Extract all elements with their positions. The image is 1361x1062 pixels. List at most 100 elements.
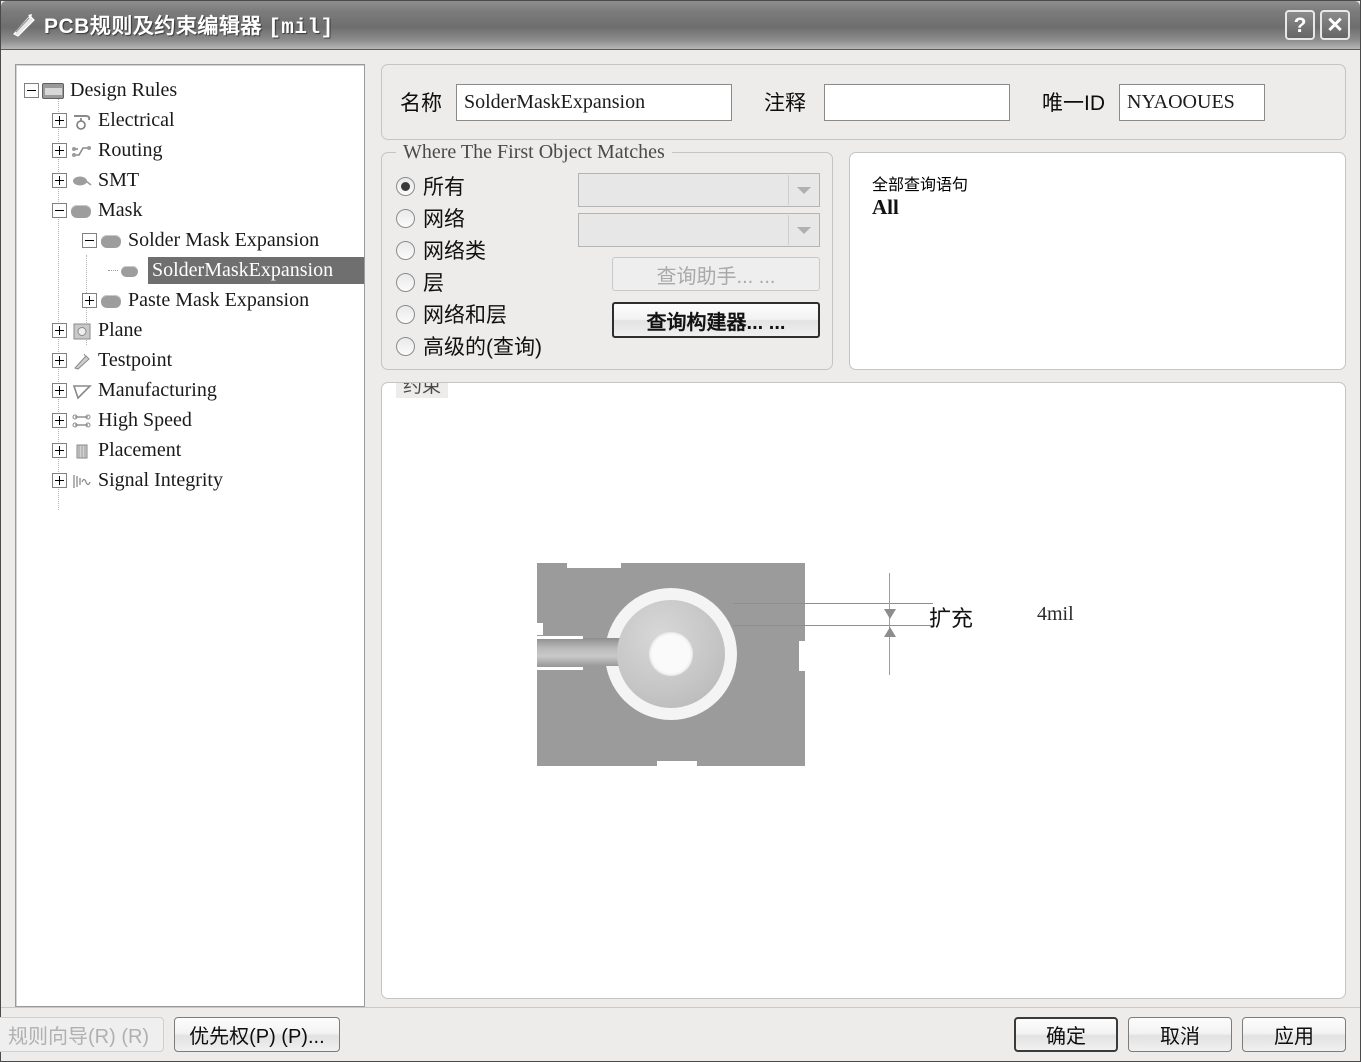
radio-label: 层 [423,272,444,295]
expander-plus-icon[interactable] [52,472,67,488]
radio-option-layer[interactable]: 层 [396,267,572,297]
tree-item-routing[interactable]: Routing [24,135,358,165]
tree-item-design-rules[interactable]: Design Rules [24,75,358,105]
rule-editor-pane: 名称 SolderMaskExpansion 注释 唯一ID NYAOOUES … [381,64,1346,1007]
arrow-down-icon [884,609,896,619]
tree-item-label: Electrical [98,108,175,131]
tree-item-label: Plane [98,318,143,341]
tree-item-smt[interactable]: SMT [24,165,358,195]
match-controls-column: 查询助手... ... 查询构建器... ... [572,171,820,359]
query-builder-button[interactable]: 查询构建器... ... [612,302,820,338]
expander-minus-icon[interactable] [52,202,67,218]
expander-plus-icon[interactable] [52,322,67,338]
expander-minus-icon[interactable] [82,232,97,248]
window-title: PCB规则及约束编辑器 [mil] [44,10,334,40]
unique-id-label: 唯一ID [1042,92,1105,115]
design-rules-tree[interactable]: Design Rules Electrical Routing SMT Mask… [15,64,365,1007]
radio-option-all[interactable]: 所有 [396,171,572,201]
expansion-value[interactable]: 4mil [1037,603,1074,626]
pcb-rules-icon [11,12,37,38]
window-title-text: PCB规则及约束编辑器 [44,15,262,38]
net-combo[interactable] [578,173,820,207]
radio-label: 网络和层 [423,304,507,327]
expander-plus-icon[interactable] [52,112,67,128]
unique-id-input[interactable]: NYAOOUES [1119,83,1265,121]
tree-branch-line [108,269,118,271]
high-speed-icon [70,411,93,430]
dialog-footer: 规则向导(R) (R) 优先权(P) (P)... 确定 取消 应用 [0,1007,1360,1061]
constraint-panel: 约束 扩充 4mil [381,382,1346,999]
tree-item-placement[interactable]: Placement [24,435,358,465]
radio-option-net-class[interactable]: 网络类 [396,235,572,265]
pad-hole [649,632,693,676]
expander-plus-icon[interactable] [52,442,67,458]
tree-item-mask[interactable]: Mask [24,195,358,225]
match-scope-radio-group[interactable]: 所有 网络 网络类 层 网络和层 高级的(查询) [396,171,572,359]
radio-option-advanced-query[interactable]: 高级的(查询) [396,331,572,361]
mask-pill-icon [100,291,123,310]
comment-input[interactable] [824,83,1010,121]
radio-icon[interactable] [396,336,415,356]
solder-mask-expansion-diagram: 扩充 4mil [537,563,1297,793]
tree-item-label: Paste Mask Expansion [128,288,310,311]
leader-line-mask [733,603,933,604]
mask-pill-icon [120,261,143,280]
radio-label: 网络类 [423,240,486,263]
tree-item-electrical[interactable]: Electrical [24,105,358,135]
expander-plus-icon[interactable] [52,352,67,368]
expander-plus-icon[interactable] [52,382,67,398]
expander-plus-icon[interactable] [52,412,67,428]
tree-item-label: SMT [98,168,140,191]
signal-integrity-icon [70,471,93,490]
radio-option-net-and-layer[interactable]: 网络和层 [396,299,572,329]
tree-item-label: Placement [98,438,182,461]
chevron-down-icon[interactable] [788,215,818,245]
radio-icon[interactable] [396,304,415,324]
priorities-button[interactable]: 优先权(P) (P)... [174,1017,340,1052]
tree-item-paste-mask-expansion[interactable]: Paste Mask Expansion [24,285,358,315]
expander-plus-icon[interactable] [52,172,67,188]
radio-icon[interactable] [396,240,415,260]
rule-wizard-button: 规则向导(R) (R) [0,1017,165,1052]
title-bar-buttons: ? ✕ [1285,10,1354,40]
dialog-body: Design Rules Electrical Routing SMT Mask… [1,50,1360,1007]
tree-item-signal-integrity[interactable]: Signal Integrity [24,465,358,495]
full-query-panel: 全部查询语句 All [849,152,1346,370]
radio-label: 高级的(查询) [423,336,542,359]
tree-item-plane[interactable]: Plane [24,315,358,345]
radio-label: 所有 [423,176,465,199]
net-class-combo[interactable] [578,213,820,247]
cancel-button[interactable]: 取消 [1128,1017,1232,1052]
name-label: 名称 [400,92,442,115]
radio-icon[interactable] [396,208,415,228]
expander-plus-icon[interactable] [52,142,67,158]
tree-item-label: SolderMaskExpansion [148,256,364,284]
mask-pill-icon [70,201,93,220]
query-helper-button: 查询助手... ... [612,257,820,291]
tree-item-manufacturing[interactable]: Manufacturing [24,375,358,405]
placement-icon [70,441,93,460]
chevron-down-icon[interactable] [788,175,818,205]
expander-plus-icon[interactable] [82,292,97,308]
testpoint-icon [70,351,93,370]
radio-icon-selected[interactable] [396,176,415,196]
name-input[interactable]: SolderMaskExpansion [456,83,732,121]
ok-button[interactable]: 确定 [1014,1017,1118,1052]
tree-item-soldermaskexpansion-rule[interactable]: SolderMaskExpansion [24,255,364,285]
expander-minus-icon[interactable] [24,82,39,98]
tree-item-solder-mask-expansion[interactable]: Solder Mask Expansion [24,225,358,255]
radio-option-net[interactable]: 网络 [396,203,572,233]
title-bar: PCB规则及约束编辑器 [mil] ? ✕ [1,1,1360,50]
close-icon[interactable]: ✕ [1320,10,1350,40]
tree-item-high-speed[interactable]: High Speed [24,405,358,435]
match-panel-legend: Where The First Object Matches [396,141,672,164]
pcb-rules-dialog: PCB规则及约束编辑器 [mil] ? ✕ Design Rules Elect… [0,0,1361,1062]
query-statement-text: All [872,195,899,219]
radio-icon[interactable] [396,272,415,292]
tree-item-label: Mask [98,198,143,221]
tree-item-testpoint[interactable]: Testpoint [24,345,358,375]
query-panel-legend: 全部查询语句 [872,177,969,194]
window-title-unit: [mil] [268,17,334,40]
apply-button[interactable]: 应用 [1242,1017,1346,1052]
help-button[interactable]: ? [1285,10,1315,40]
